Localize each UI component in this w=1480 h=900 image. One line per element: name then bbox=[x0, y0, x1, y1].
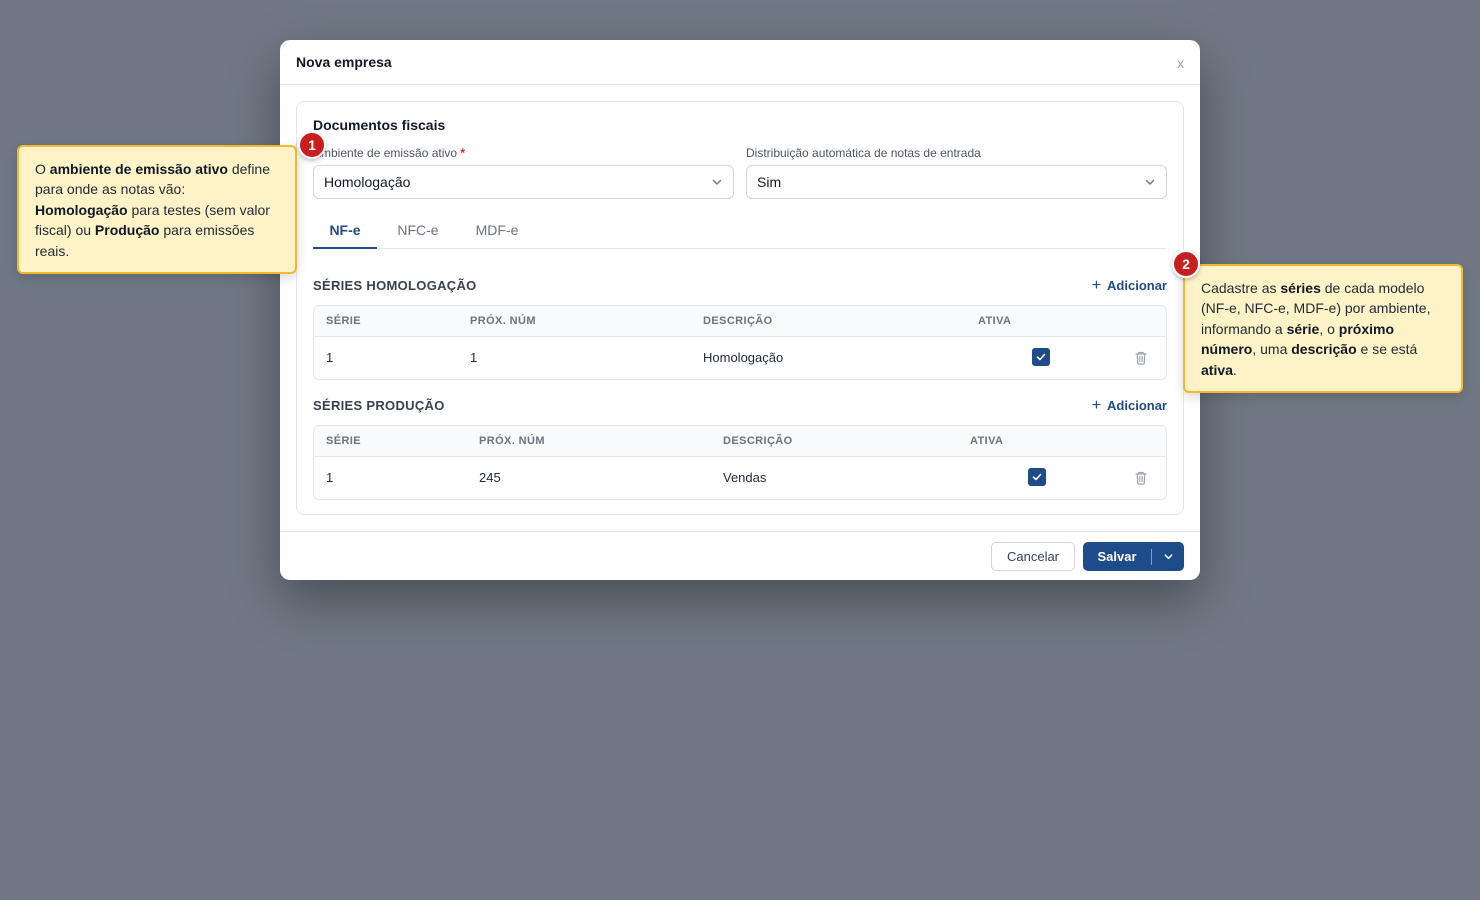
modal-title: Nova empresa bbox=[296, 54, 392, 70]
add-label: Adicionar bbox=[1107, 278, 1167, 293]
cancel-button[interactable]: Cancelar bbox=[991, 542, 1075, 571]
plus-icon: + bbox=[1091, 277, 1102, 294]
check-icon bbox=[1032, 473, 1042, 481]
serie-cell: 1 bbox=[326, 470, 334, 485]
tooltip-ambiente: O ambiente de emissão ativo define para … bbox=[17, 145, 297, 274]
required-mark: * bbox=[460, 146, 466, 160]
serie-cell: 1 bbox=[326, 350, 334, 365]
tab-nfce[interactable]: NFC-e bbox=[385, 212, 451, 249]
table-row: 1 1 Homologação bbox=[314, 337, 1166, 379]
ambiente-label: Ambiente de emissão ativo * bbox=[313, 146, 465, 160]
step-badge-1: 1 bbox=[298, 131, 326, 159]
close-button[interactable]: x bbox=[1173, 54, 1188, 72]
save-button[interactable]: Salvar bbox=[1083, 542, 1151, 571]
fiscal-documents-card: Documentos fiscais Ambiente de emissão a… bbox=[296, 101, 1184, 515]
trash-icon[interactable] bbox=[1134, 350, 1148, 366]
ambiente-select[interactable]: Homologação bbox=[313, 165, 734, 199]
series-homologacao-table: SÉRIE PRÓX. NÚM DESCRIÇÃO ATIVA 1 1 Homo… bbox=[313, 305, 1167, 380]
table-header: SÉRIE PRÓX. NÚM DESCRIÇÃO ATIVA bbox=[314, 426, 1166, 457]
chevron-down-icon bbox=[712, 179, 722, 185]
distribuicao-select-value: Sim bbox=[757, 174, 782, 190]
add-series-homologacao-button[interactable]: + Adicionar bbox=[1091, 277, 1167, 294]
tab-mdfe[interactable]: MDF-e bbox=[463, 212, 531, 249]
ambiente-select-value: Homologação bbox=[324, 174, 411, 190]
descricao-cell: Vendas bbox=[723, 470, 767, 485]
prox-num-cell: 1 bbox=[470, 350, 478, 365]
add-series-producao-button[interactable]: + Adicionar bbox=[1091, 397, 1167, 414]
table-row: 1 245 Vendas bbox=[314, 457, 1166, 499]
distribuicao-label: Distribuição automática de notas de entr… bbox=[746, 146, 981, 160]
trash-icon[interactable] bbox=[1134, 470, 1148, 486]
series-producao-title: SÉRIES PRODUÇÃO bbox=[313, 398, 445, 413]
column-header: DESCRIÇÃO bbox=[703, 315, 773, 327]
new-company-modal: Nova empresa x Documentos fiscais Ambien… bbox=[280, 40, 1200, 580]
column-header: DESCRIÇÃO bbox=[723, 435, 793, 447]
column-header: ATIVA bbox=[970, 435, 1004, 447]
tab-nfe[interactable]: NF-e bbox=[313, 212, 377, 249]
modal-header: Nova empresa x bbox=[280, 40, 1200, 85]
column-header: PRÓX. NÚM bbox=[470, 315, 536, 327]
chevron-down-icon bbox=[1145, 179, 1155, 185]
tooltip-series: Cadastre as séries de cada modelo (NF-e,… bbox=[1183, 264, 1463, 393]
tooltip-text: O ambiente de emissão ativo define para … bbox=[35, 161, 271, 259]
add-label: Adicionar bbox=[1107, 398, 1167, 413]
save-options-button[interactable] bbox=[1152, 542, 1184, 571]
series-producao-table: SÉRIE PRÓX. NÚM DESCRIÇÃO ATIVA 1 245 Ve… bbox=[313, 425, 1167, 500]
chevron-down-icon bbox=[1164, 554, 1172, 560]
prox-num-cell: 245 bbox=[479, 470, 501, 485]
plus-icon: + bbox=[1091, 397, 1102, 414]
series-homologacao-title: SÉRIES HOMOLOGAÇÃO bbox=[313, 278, 477, 293]
ativa-checkbox[interactable] bbox=[1028, 468, 1046, 486]
document-type-tabs: NF-e NFC-e MDF-e bbox=[313, 212, 1167, 249]
column-header: SÉRIE bbox=[326, 315, 362, 327]
card-title: Documentos fiscais bbox=[313, 117, 446, 133]
column-header: ATIVA bbox=[978, 315, 1012, 327]
check-icon bbox=[1036, 353, 1046, 361]
ativa-checkbox[interactable] bbox=[1032, 348, 1050, 366]
descricao-cell: Homologação bbox=[703, 350, 784, 365]
step-badge-2: 2 bbox=[1172, 250, 1200, 278]
modal-footer: Cancelar Salvar bbox=[280, 531, 1200, 580]
save-button-group: Salvar bbox=[1083, 542, 1184, 571]
distribuicao-select[interactable]: Sim bbox=[746, 165, 1167, 199]
ambiente-label-text: Ambiente de emissão ativo bbox=[313, 146, 458, 160]
table-header: SÉRIE PRÓX. NÚM DESCRIÇÃO ATIVA bbox=[314, 306, 1166, 337]
column-header: SÉRIE bbox=[326, 435, 362, 447]
column-header: PRÓX. NÚM bbox=[479, 435, 545, 447]
tooltip-text: Cadastre as séries de cada modelo (NF-e,… bbox=[1201, 280, 1431, 378]
